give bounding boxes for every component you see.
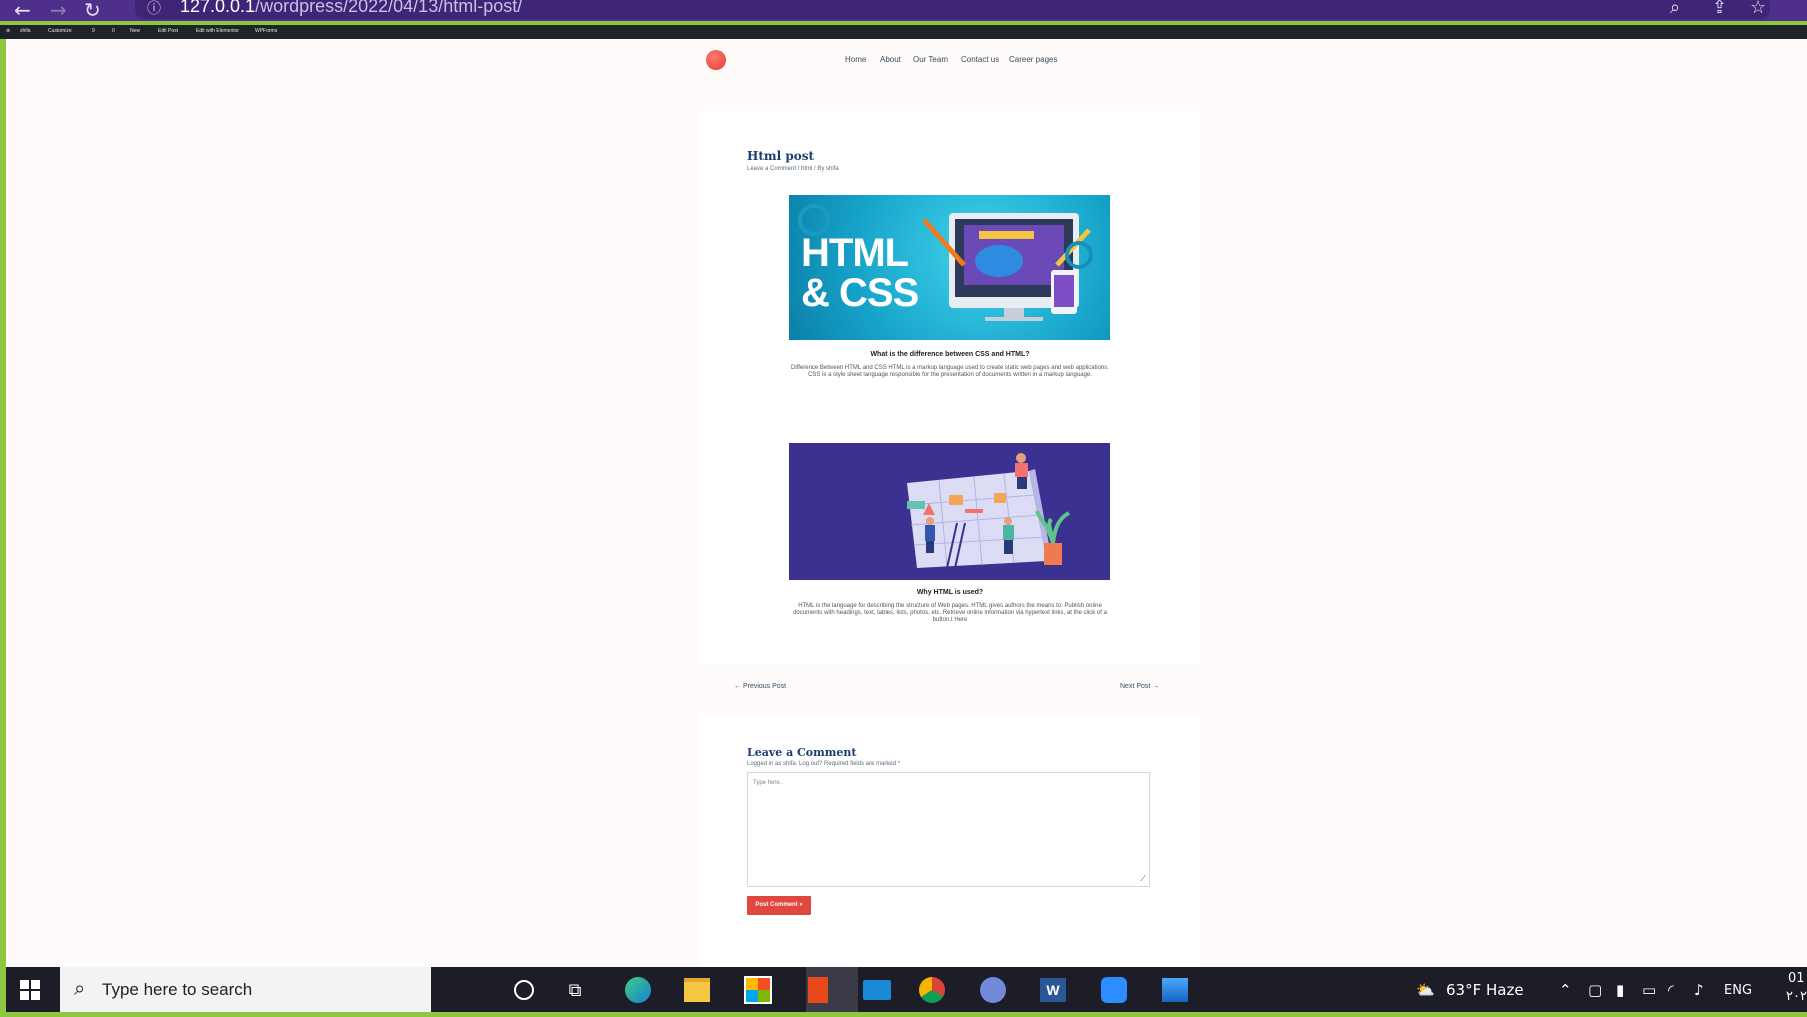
section1-heading: What is the difference between CSS and H… xyxy=(870,351,1030,358)
section1-line1: Difference Between HTML and CSS HTML is … xyxy=(791,365,1109,371)
back-icon[interactable]: ← xyxy=(14,0,31,22)
calendar-illustration-image xyxy=(789,443,1110,580)
image-html-text: HTML & CSS xyxy=(801,231,919,315)
discord-icon[interactable] xyxy=(977,974,1009,1006)
taskbar-search-box[interactable]: ⌕ Type here to search xyxy=(60,967,431,1012)
nav-about[interactable]: About xyxy=(880,55,901,64)
admin-bar-site[interactable]: shifa xyxy=(20,28,31,34)
edge-icon[interactable] xyxy=(622,974,654,1006)
admin-bar-wpforms[interactable]: WPForms xyxy=(255,28,277,34)
comment-title: Leave a Comment xyxy=(747,746,857,759)
zoom-icon[interactable] xyxy=(1098,974,1130,1006)
image-text-line2: & CSS xyxy=(801,271,919,315)
post-title: Html post xyxy=(747,149,815,163)
cortana-icon[interactable] xyxy=(508,974,540,1006)
reload-icon[interactable]: ↻ xyxy=(84,0,101,22)
nav-home[interactable]: Home xyxy=(845,55,866,64)
office-icon[interactable] xyxy=(802,974,834,1006)
page-viewport: Home About Our Team Contact us Career pa… xyxy=(6,39,1807,967)
taskbar-search-placeholder: Type here to search xyxy=(102,980,253,999)
admin-bar-elementor[interactable]: Edit with Elementor xyxy=(196,28,239,34)
url-host: 127.0.0.1 xyxy=(180,0,256,16)
admin-bar-customize[interactable]: Customize xyxy=(48,28,72,34)
comment-placeholder: Type here.. xyxy=(753,780,784,786)
image-text-line1: HTML xyxy=(801,231,909,275)
wp-admin-bar: ⊛ shifa Customize 9 0 New Edit Post Edit… xyxy=(0,25,1807,39)
post-meta[interactable]: Leave a Comment / html / By shifa xyxy=(747,166,839,172)
admin-bar-new[interactable]: New xyxy=(130,28,140,34)
address-bar[interactable]: ⓘ 127.0.0.1/wordpress/2022/04/13/html-po… xyxy=(135,0,1770,19)
browser-toolbar: ← → ↻ ⓘ 127.0.0.1/wordpress/2022/04/13/h… xyxy=(0,0,1807,22)
resize-handle-icon[interactable]: ⟋ xyxy=(1140,874,1146,884)
forward-icon[interactable]: → xyxy=(50,0,67,22)
task-view-icon[interactable]: ⧉ xyxy=(559,974,591,1006)
chrome-icon[interactable] xyxy=(916,974,948,1006)
section2-paragraph: HTML is the language for describing the … xyxy=(750,603,1150,624)
store-icon[interactable] xyxy=(742,974,774,1006)
wp-logo-icon[interactable]: ⊛ xyxy=(6,28,10,34)
section1-line2: CSS is a style sheet language responsibl… xyxy=(808,372,1092,378)
desktop-edge xyxy=(0,1012,1807,1017)
logged-in-note[interactable]: Logged in as shifa. Log out? Required fi… xyxy=(747,761,900,767)
mail-icon[interactable] xyxy=(861,974,893,1006)
file-explorer-icon[interactable] xyxy=(681,974,713,1006)
weather-icon[interactable]: ⛅ xyxy=(1416,981,1435,999)
microphone-icon[interactable]: ▮ xyxy=(1616,981,1624,999)
language-indicator[interactable]: ENG xyxy=(1724,983,1752,998)
next-post-link[interactable]: Next Post → xyxy=(1120,683,1159,690)
section2-line2: documents with headings, text, tables, l… xyxy=(793,610,1107,616)
clock-date[interactable]: ٢٠٢ xyxy=(1786,989,1807,1004)
url-text[interactable]: 127.0.0.1/wordpress/2022/04/13/html-post… xyxy=(180,0,522,17)
calendar-illustration xyxy=(907,453,1070,569)
admin-bar-comments[interactable]: 0 xyxy=(112,28,115,34)
url-path: /wordpress/2022/04/13/html-post/ xyxy=(255,0,523,16)
section1-paragraph: Difference Between HTML and CSS HTML is … xyxy=(750,365,1150,379)
bookmark-star-icon[interactable]: ☆ xyxy=(1750,0,1766,18)
word-icon[interactable]: W xyxy=(1037,974,1069,1006)
search-icon[interactable]: ⌕ xyxy=(1670,0,1680,18)
clock-time[interactable]: 01 xyxy=(1788,971,1805,986)
comment-card: Leave a Comment Logged in as shifa. Log … xyxy=(700,714,1200,967)
photos-icon[interactable] xyxy=(1159,974,1191,1006)
previous-post-link[interactable]: ← Previous Post xyxy=(734,683,786,690)
share-icon[interactable]: ⇪ xyxy=(1712,0,1727,18)
section2-line1: HTML is the language for describing the … xyxy=(798,603,1102,609)
tray-chevron-icon[interactable]: ⌃ xyxy=(1559,981,1572,999)
nav-career[interactable]: Career pages xyxy=(1009,55,1057,64)
battery-icon[interactable]: ▭ xyxy=(1642,981,1656,999)
section2-heading: Why HTML is used? xyxy=(916,589,984,596)
html-css-image: HTML & CSS xyxy=(789,195,1110,340)
search-icon: ⌕ xyxy=(74,976,86,1000)
site-logo[interactable] xyxy=(706,50,726,70)
meet-now-icon[interactable]: ▢ xyxy=(1588,981,1602,999)
admin-bar-updates[interactable]: 9 xyxy=(92,28,95,34)
comment-textarea[interactable]: Type here.. ⟋ xyxy=(747,772,1150,887)
nav-contact[interactable]: Contact us xyxy=(961,55,999,64)
weather-text[interactable]: 63°F Haze xyxy=(1446,981,1524,999)
wifi-icon[interactable]: ◜ xyxy=(1668,981,1674,999)
post-comment-button[interactable]: Post Comment » xyxy=(747,896,811,915)
windows-start-icon[interactable] xyxy=(20,980,40,1000)
admin-bar-edit-post[interactable]: Edit Post xyxy=(158,28,178,34)
windows-taskbar: ⌕ Type here to search ⧉ W ⛅ 63°F Haze ⌃ … xyxy=(6,967,1807,1012)
nav-our-team[interactable]: Our Team xyxy=(913,55,948,64)
post-card: Html post Leave a Comment / html / By sh… xyxy=(700,111,1200,664)
section2-line3: button.t Here xyxy=(932,617,968,623)
volume-icon[interactable]: ♪ xyxy=(1694,981,1704,999)
site-info-icon[interactable]: ⓘ xyxy=(147,0,161,18)
